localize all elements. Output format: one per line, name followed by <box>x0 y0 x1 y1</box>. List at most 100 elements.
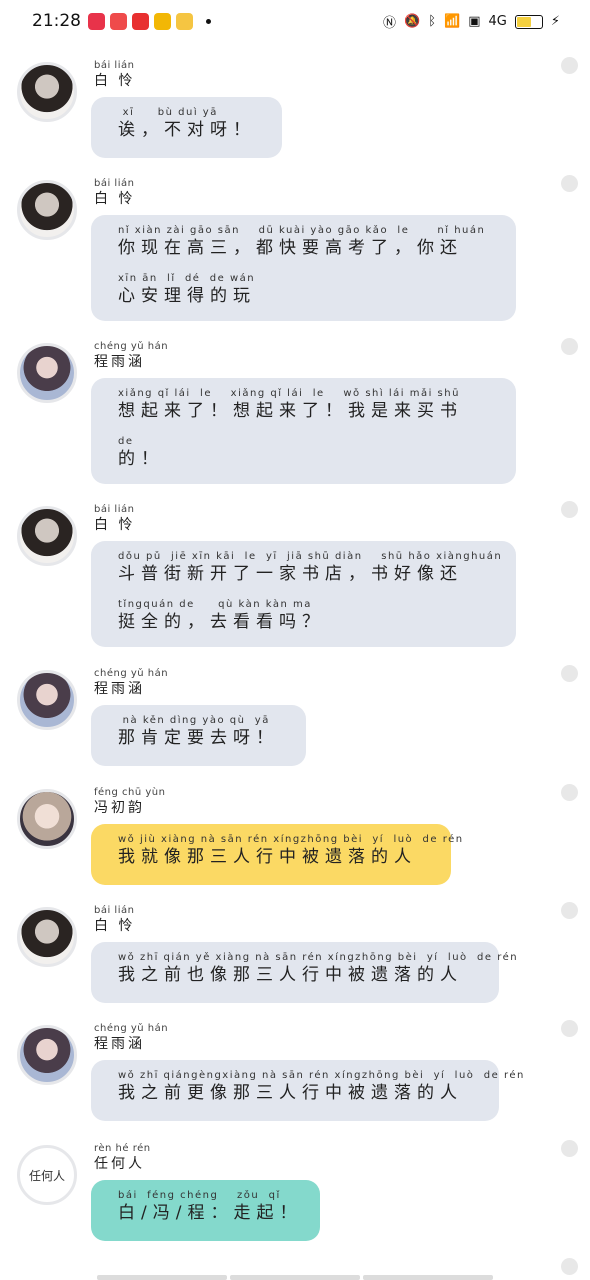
message-text: 心安理得的玩 <box>118 286 256 306</box>
message-line: wǒ jiù xiàng nà sān rén xíngzhōng bèi yí… <box>118 834 464 868</box>
avatar[interactable] <box>17 670 77 730</box>
message-bubble[interactable]: wǒ jiù xiàng nà sān rén xíngzhōng bèi yí… <box>91 824 464 885</box>
speaker-name: rèn hé rén 任何人 <box>94 1143 151 1173</box>
message-line: dǒu pǔ jiē xīn kāi le yī jiā shū diàn sh… <box>118 551 503 585</box>
message-line: de 的！ <box>118 436 490 470</box>
speaker-name-text: 冯初韵 <box>94 800 145 816</box>
message-line: bái féng chéng zǒu qǐ 白/冯/程：走起！ <box>118 1190 303 1224</box>
message-pinyin: wǒ zhī qián yě xiàng nà sān rén xíngzhōn… <box>118 952 519 963</box>
message-text: 我之前也像那三人行中被遗落的人 <box>118 965 463 985</box>
speaker-name-text: 任何人 <box>94 1156 145 1172</box>
speaker-name: bái lián 白 怜 <box>94 178 135 208</box>
video-app-icon <box>110 13 127 30</box>
message-text: 那肯定要去呀！ <box>118 728 279 748</box>
hd-icon: ▣ <box>468 14 481 29</box>
message-text: 你现在高三，都快要高考了，你还 <box>118 238 463 258</box>
select-message-checkbox[interactable] <box>561 1258 578 1275</box>
message-text: 想起来了！想起来了！我是来买书 <box>118 401 463 421</box>
message-bubble[interactable]: xiǎng qǐ lái le xiǎng qǐ lái le wǒ shì l… <box>91 378 516 484</box>
select-message-checkbox[interactable] <box>561 57 578 74</box>
speaker-name-text: 白 怜 <box>94 517 136 533</box>
avatar[interactable] <box>17 907 77 967</box>
message-text: 诶，不对呀！ <box>118 120 256 140</box>
message-bubble[interactable]: nà kěn dìng yào qù yā 那肯定要去呀！ <box>91 705 306 766</box>
charging-icon: ⚡ <box>550 14 560 29</box>
select-message-checkbox[interactable] <box>561 665 578 682</box>
message-bubble[interactable]: wǒ zhī qián yě xiàng nà sān rén xíngzhōn… <box>91 942 519 1003</box>
message-bubble[interactable]: bái féng chéng zǒu qǐ 白/冯/程：走起！ <box>91 1180 320 1241</box>
bottom-tab-1[interactable] <box>97 1275 227 1280</box>
message-text: 白/冯/程：走起！ <box>118 1203 303 1223</box>
speaker-name: chéng yǔ hán 程雨涵 <box>94 1023 168 1053</box>
message-text: 斗普街新开了一家书店，书好像还 <box>118 564 463 584</box>
select-message-checkbox[interactable] <box>561 902 578 919</box>
music-app-icon <box>88 13 105 30</box>
speaker-name-text: 程雨涵 <box>94 681 145 697</box>
message-pinyin: wǒ jiù xiàng nà sān rén xíngzhōng bèi yí… <box>118 834 464 845</box>
message-pinyin: xīn ān lǐ dé de wán <box>118 273 256 284</box>
avatar[interactable] <box>17 343 77 403</box>
speaker-name-text: 白 怜 <box>94 191 136 207</box>
message-pinyin: wǒ zhī qiángèngxiàng nà sān rén xíngzhōn… <box>118 1070 525 1081</box>
message-pinyin: nà kěn dìng yào qù yā <box>118 715 270 726</box>
speaker-name-text: 程雨涵 <box>94 1036 145 1052</box>
message-bubble[interactable]: dǒu pǔ jiē xīn kāi le yī jiā shū diàn sh… <box>91 541 516 647</box>
select-message-checkbox[interactable] <box>561 501 578 518</box>
clock: 21:28 <box>32 11 81 31</box>
speaker-name: chéng yǔ hán 程雨涵 <box>94 668 168 698</box>
avatar[interactable] <box>17 789 77 849</box>
select-message-checkbox[interactable] <box>561 784 578 801</box>
message-line: tǐngquán de qù kàn kàn ma 挺全的，去看看吗？ <box>118 599 490 633</box>
avatar[interactable] <box>17 1025 77 1085</box>
avatar-text: 任何人 <box>28 1168 65 1183</box>
more-notifications-dot-icon <box>206 19 211 24</box>
bottom-tab-2[interactable] <box>230 1275 360 1280</box>
message-line: xiǎng qǐ lái le xiǎng qǐ lái le wǒ shì l… <box>118 388 490 422</box>
avatar[interactable] <box>17 180 77 240</box>
bluetooth-icon: ᛒ <box>428 14 437 29</box>
message-pinyin: bái féng chéng zǒu qǐ <box>118 1190 281 1201</box>
system-icons: Ⓝ 🔕 ᛒ 📶 ▣ 4G ⚡ <box>383 12 560 31</box>
avatar[interactable]: 任何人 <box>17 1145 77 1205</box>
message-pinyin: tǐngquán de qù kàn kàn ma <box>118 599 312 610</box>
battery-level-fill <box>516 16 532 27</box>
battery-icon <box>514 14 543 29</box>
speaker-name: bái lián 白 怜 <box>94 60 135 90</box>
select-message-checkbox[interactable] <box>561 1020 578 1037</box>
speaker-name-text: 白 怜 <box>94 918 136 934</box>
nfc-icon: Ⓝ <box>383 16 397 31</box>
message-text: 的！ <box>118 449 164 469</box>
message-line: nà kěn dìng yào qù yā 那肯定要去呀！ <box>118 715 280 749</box>
message-text: 挺全的，去看看吗？ <box>118 612 325 632</box>
bottom-tab-3[interactable] <box>363 1275 493 1280</box>
avatar[interactable] <box>17 506 77 566</box>
reader-app-icon <box>154 13 171 30</box>
speaker-name-text: 程雨涵 <box>94 354 145 370</box>
speaker-name: féng chū yùn 冯初韵 <box>94 787 165 817</box>
notification-icons <box>88 13 211 30</box>
select-message-checkbox[interactable] <box>561 175 578 192</box>
message-line: wǒ zhī qián yě xiàng nà sān rén xíngzhōn… <box>118 952 519 986</box>
status-bar: 21:28 Ⓝ 🔕 ᛒ 📶 ▣ 4G ⚡ <box>0 0 590 44</box>
message-bubble[interactable]: nǐ xiàn zài gāo sān dū kuài yào gāo kǎo … <box>91 215 516 321</box>
message-pinyin: xī bù duì yā <box>118 107 218 118</box>
wifi-icon: 📶 <box>444 14 461 29</box>
avatar[interactable] <box>17 62 77 122</box>
message-text: 我就像那三人行中被遗落的人 <box>118 847 417 867</box>
select-message-checkbox[interactable] <box>561 1140 578 1157</box>
speaker-name-text: 白 怜 <box>94 73 136 89</box>
message-line: wǒ zhī qiángèngxiàng nà sān rén xíngzhōn… <box>118 1070 525 1104</box>
select-message-checkbox[interactable] <box>561 338 578 355</box>
message-bubble[interactable]: xī bù duì yā 诶，不对呀！ <box>91 97 282 158</box>
message-pinyin: de <box>118 436 134 447</box>
message-pinyin: nǐ xiàn zài gāo sān dū kuài yào gāo kǎo … <box>118 225 486 236</box>
message-bubble[interactable]: wǒ zhī qiángèngxiàng nà sān rén xíngzhōn… <box>91 1060 525 1121</box>
message-pinyin: dǒu pǔ jiē xīn kāi le yī jiā shū diàn sh… <box>118 551 503 562</box>
message-line: nǐ xiàn zài gāo sān dū kuài yào gāo kǎo … <box>118 225 490 259</box>
bottom-gesture-bar[interactable] <box>97 1275 493 1280</box>
speaker-name: bái lián 白 怜 <box>94 504 135 534</box>
shopping-app-icon <box>132 13 149 30</box>
mute-icon: 🔕 <box>404 14 421 29</box>
speaker-name: bái lián 白 怜 <box>94 905 135 935</box>
assistant-app-icon <box>176 13 193 30</box>
